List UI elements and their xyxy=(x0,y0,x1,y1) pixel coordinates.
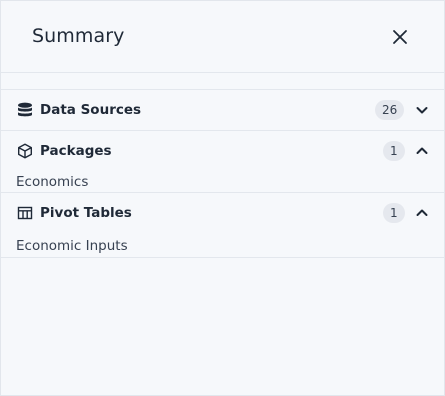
count-badge-pivot-tables: 1 xyxy=(383,203,405,223)
chevron-down-icon[interactable] xyxy=(414,102,430,118)
database-icon xyxy=(16,101,34,119)
table-icon xyxy=(16,204,34,222)
section-label-pivot-tables: Pivot Tables xyxy=(40,205,132,221)
panel-title: Summary xyxy=(32,25,125,47)
summary-panel: Summary Data Sources 26 Packages 1 Econo… xyxy=(0,0,445,396)
count-badge-packages: 1 xyxy=(383,141,405,161)
list-item-pivot-table[interactable]: Economic Inputs xyxy=(16,237,128,255)
section-divider xyxy=(1,257,444,258)
panel-header: Summary xyxy=(1,1,444,73)
package-icon xyxy=(16,142,34,160)
list-item-package[interactable]: Economics xyxy=(16,173,88,191)
section-label-data-sources: Data Sources xyxy=(40,102,142,118)
section-pivot-tables[interactable]: Pivot Tables 1 xyxy=(1,192,444,232)
close-icon xyxy=(393,30,407,44)
chevron-up-icon[interactable] xyxy=(414,143,430,159)
section-packages[interactable]: Packages 1 xyxy=(1,130,444,170)
chevron-up-icon[interactable] xyxy=(414,205,430,221)
section-label-packages: Packages xyxy=(40,143,112,159)
count-badge-data-sources: 26 xyxy=(375,100,405,120)
close-button[interactable] xyxy=(388,25,412,49)
section-data-sources[interactable]: Data Sources 26 xyxy=(1,89,444,129)
